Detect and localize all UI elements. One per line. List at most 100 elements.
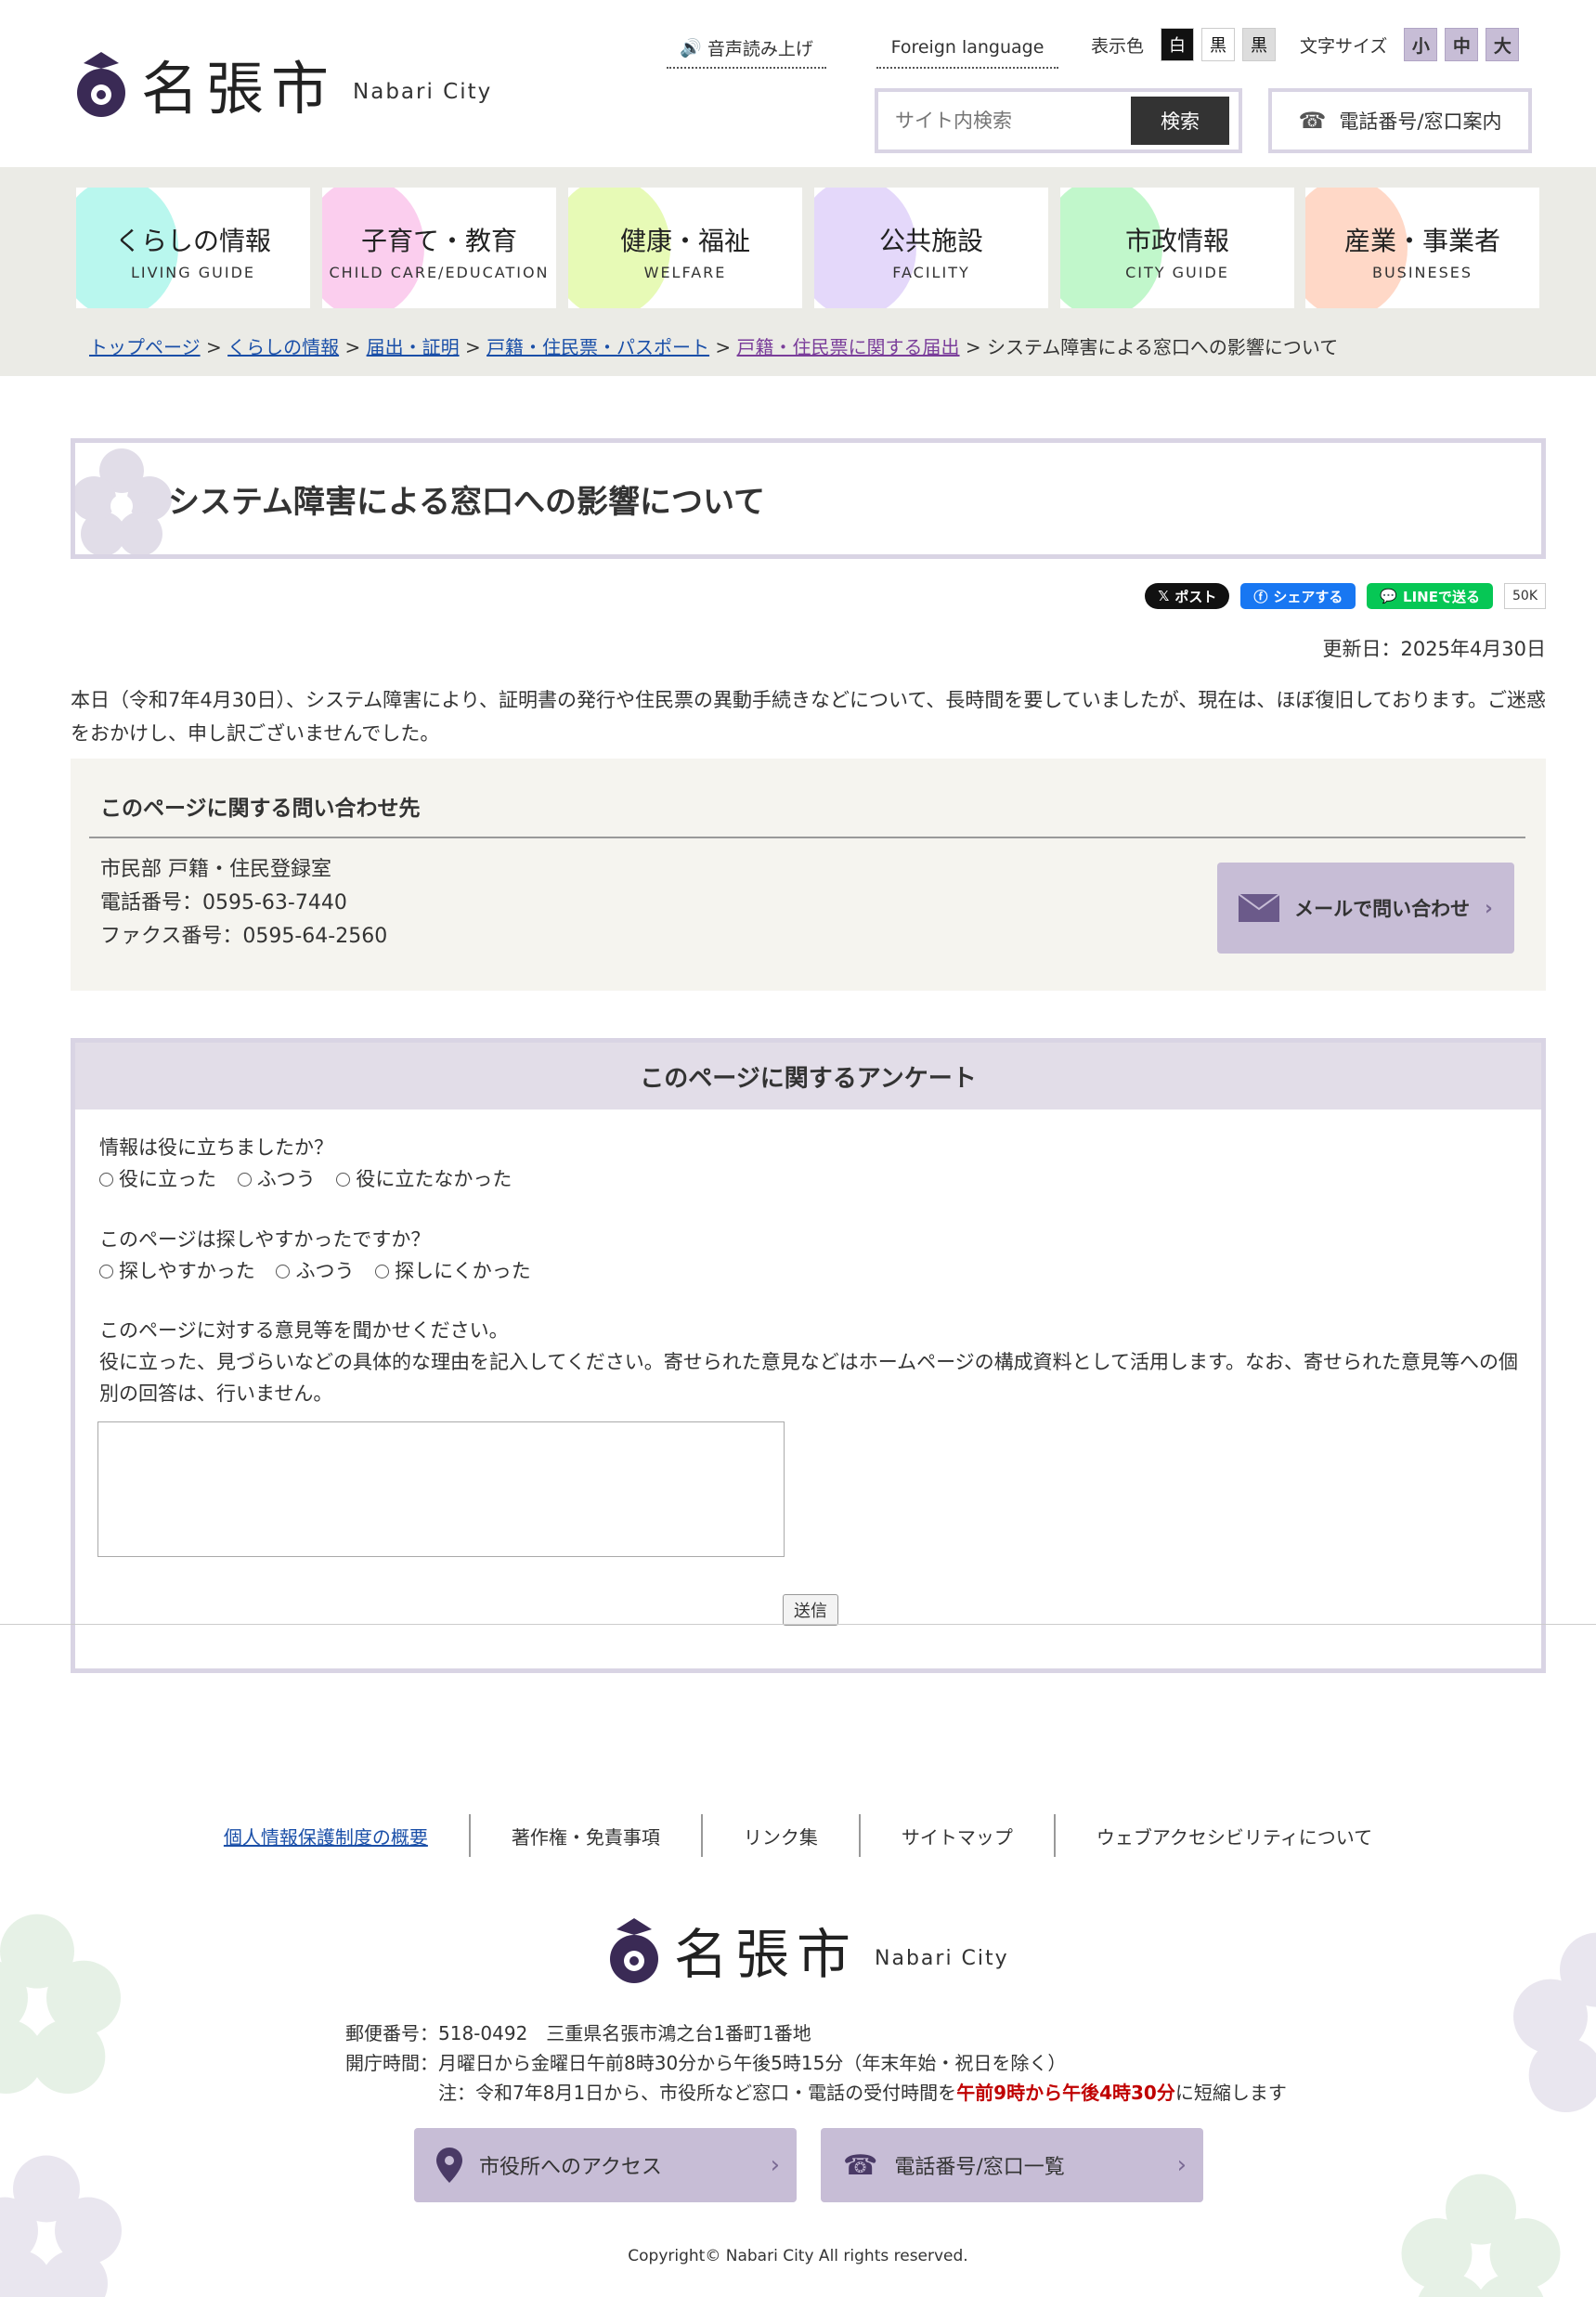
nav-label-jp: くらしの情報 [114, 226, 271, 256]
facebook-share-button[interactable]: ⓕ シェアする [1240, 583, 1356, 609]
nav-label-en: FACILITY [892, 264, 970, 281]
nav-label-en: CITY GUIDE [1125, 264, 1229, 281]
radio-option[interactable]: ふつう [237, 1163, 316, 1195]
tts-button[interactable]: 🔊 音声読み上げ [667, 28, 826, 69]
phone-guide-label: 電話番号/窓口案内 [1339, 110, 1502, 133]
radio-circle-icon [99, 1172, 113, 1187]
nav-item-business[interactable]: 産業・事業者 BUSINESES [1305, 188, 1539, 308]
breadcrumb-link[interactable]: 戸籍・住民票・パスポート [487, 336, 709, 358]
access-button[interactable]: 市役所へのアクセス › [414, 2128, 797, 2202]
breadcrumb-link[interactable]: くらしの情報 [227, 336, 339, 358]
radio-circle-icon [375, 1264, 390, 1278]
social-share-bar: 𝕏 ポスト ⓕ シェアする 💬 LINEで送る 50K [1145, 583, 1546, 609]
radio-option[interactable]: 探しにくかった [375, 1255, 531, 1287]
footer-hours: 開庁時間：月曜日から金曜日午前8時30分から午後5時15分（年末年始・祝日を除く… [345, 2052, 1067, 2074]
nav-label-en: CHILD CARE/EDUCATION [329, 264, 550, 281]
radio-option[interactable]: 役に立たなかった [336, 1163, 512, 1195]
x-post-button[interactable]: 𝕏 ポスト [1145, 583, 1230, 609]
survey-box: このページに関するアンケート 情報は役に立ちましたか？ 役に立った ふつう 役に… [71, 1038, 1546, 1673]
footer-link-links[interactable]: リンク集 [700, 1814, 859, 1857]
site-logo[interactable]: 名張市 Nabari City [74, 42, 492, 125]
map-pin-icon [436, 2148, 462, 2183]
color-black-button[interactable]: 黒 [1201, 28, 1236, 61]
nav-label-jp: 子育て・教育 [360, 226, 517, 256]
font-small-button[interactable]: 小 [1404, 28, 1438, 61]
color-label: 表示色 [1091, 35, 1145, 57]
breadcrumb-link[interactable]: 戸籍・住民票に関する届出 [737, 336, 960, 358]
x-icon: 𝕏 [1158, 588, 1170, 604]
footer-logo-en: Nabari City [875, 1946, 1009, 1970]
footer-address: 郵便番号：518-0492 三重県名張市鴻之台1番町1番地 開庁時間：月曜日から… [345, 2018, 1287, 2108]
radio-circle-icon [336, 1172, 351, 1187]
nav-label-en: WELFARE [643, 264, 727, 281]
horizontal-divider [0, 1624, 1596, 1625]
facebook-icon: ⓕ [1253, 588, 1268, 605]
nav-item-facility[interactable]: 公共施設 FACILITY [814, 188, 1048, 308]
nav-item-childcare[interactable]: 子育て・教育 CHILD CARE/EDUCATION [322, 188, 556, 308]
breadcrumb-link[interactable]: 届出・証明 [367, 336, 460, 358]
nav-item-cityguide[interactable]: 市政情報 CITY GUIDE [1060, 188, 1294, 308]
footer-link-sitemap[interactable]: サイトマップ [858, 1814, 1054, 1857]
phone-list-button[interactable]: ☎ 電話番号/窓口一覧 › [821, 2128, 1203, 2202]
phone-guide-button[interactable]: ☎ 電話番号/窓口案内 [1268, 88, 1532, 153]
radio-option[interactable]: 役に立った [99, 1163, 216, 1195]
color-gray-button[interactable]: 黒 [1242, 28, 1277, 61]
envelope-icon [1239, 894, 1280, 922]
line-share-button[interactable]: 💬 LINEで送る [1367, 583, 1493, 609]
speaker-icon: 🔊 [680, 37, 702, 58]
contact-box: このページに関する問い合わせ先 市民部 戸籍・住民登録室 電話番号：0595-6… [71, 759, 1546, 991]
font-size-label: 文字サイズ [1300, 35, 1388, 57]
font-size-selector: 文字サイズ 小 中 大 [1300, 28, 1520, 61]
footer-link-accessibility[interactable]: ウェブアクセシビリティについて [1053, 1814, 1413, 1857]
question-text: このページは探しやすかったですか？ [99, 1228, 431, 1251]
mail-contact-label: メールで問い合わせ [1294, 898, 1471, 920]
site-header: 名張市 Nabari City 🔊 音声読み上げ Foreign languag… [0, 0, 1596, 167]
breadcrumb-separator: > [715, 336, 737, 358]
search-input[interactable] [882, 97, 1131, 144]
radio-label: ふつう [256, 1168, 316, 1190]
x-post-label: ポスト [1174, 588, 1217, 605]
flower-decor-icon [0, 1914, 121, 2094]
line-share-label: LINEで送る [1403, 588, 1480, 605]
nav-item-welfare[interactable]: 健康・福祉 WELFARE [568, 188, 802, 308]
radio-label: 役に立った [119, 1168, 216, 1190]
survey-question-3: このページに対する意見等を聞かせください。 役に立った、見づらいなどの具体的な理… [99, 1315, 1529, 1409]
foreign-language-button[interactable]: Foreign language [876, 28, 1058, 69]
radio-label: 探しにくかった [395, 1260, 531, 1282]
footer-note-highlight: 午前9時から午後4時30分 [956, 2082, 1175, 2104]
nav-label-en: LIVING GUIDE [130, 264, 255, 281]
contact-fax: ファクス番号：0595-64-2560 [100, 925, 388, 948]
comment-textarea[interactable] [97, 1421, 785, 1557]
breadcrumb-separator: > [965, 336, 988, 358]
mail-contact-button[interactable]: メールで問い合わせ › [1217, 863, 1514, 954]
logo-en: Nabari City [353, 80, 493, 104]
nav-item-living[interactable]: くらしの情報 LIVING GUIDE [76, 188, 310, 308]
breadcrumb-link[interactable]: トップページ [89, 336, 201, 358]
page-title: システム障害による窓口への影響について [168, 484, 765, 521]
breadcrumb-separator: > [344, 336, 367, 358]
radio-option[interactable]: ふつう [276, 1255, 354, 1287]
phone-icon: ☎ [843, 2148, 878, 2182]
survey-question-2: このページは探しやすかったですか？ 探しやすかった ふつう 探しにくかった [99, 1224, 546, 1288]
footer-link-privacy[interactable]: 個人情報保護制度の概要 [183, 1814, 469, 1857]
chevron-right-icon: › [1485, 897, 1493, 919]
footer-logo[interactable]: 名張市 Nabari City [607, 1911, 1009, 1989]
submit-button[interactable]: 送信 [783, 1594, 838, 1626]
color-white-button[interactable]: 白 [1161, 28, 1195, 61]
contact-info: 市民部 戸籍・住民登録室 電話番号：0595-63-7440 ファクス番号：05… [100, 853, 387, 954]
question-text: このページに対する意見等を聞かせください。 [99, 1319, 509, 1342]
footer-link-copyright[interactable]: 著作権・免責事項 [468, 1814, 701, 1857]
foreign-language-label: Foreign language [890, 37, 1045, 58]
radio-group: 探しやすかった ふつう 探しにくかった [99, 1255, 546, 1288]
font-large-button[interactable]: 大 [1486, 28, 1520, 61]
chevron-right-icon: › [770, 2151, 780, 2179]
nav-label-jp: 健康・福祉 [619, 226, 750, 256]
breadcrumb: トップページ > くらしの情報 > 届出・証明 > 戸籍・住民票・パスポート >… [89, 332, 1338, 359]
contact-divider [89, 837, 1525, 838]
search-button[interactable]: 検索 [1131, 97, 1229, 145]
font-medium-button[interactable]: 中 [1445, 28, 1479, 61]
survey-title: このページに関するアンケート [75, 1043, 1541, 1110]
radio-option[interactable]: 探しやすかった [99, 1255, 255, 1287]
contact-phone: 電話番号：0595-63-7440 [100, 891, 347, 915]
breadcrumb-separator: > [464, 336, 487, 358]
